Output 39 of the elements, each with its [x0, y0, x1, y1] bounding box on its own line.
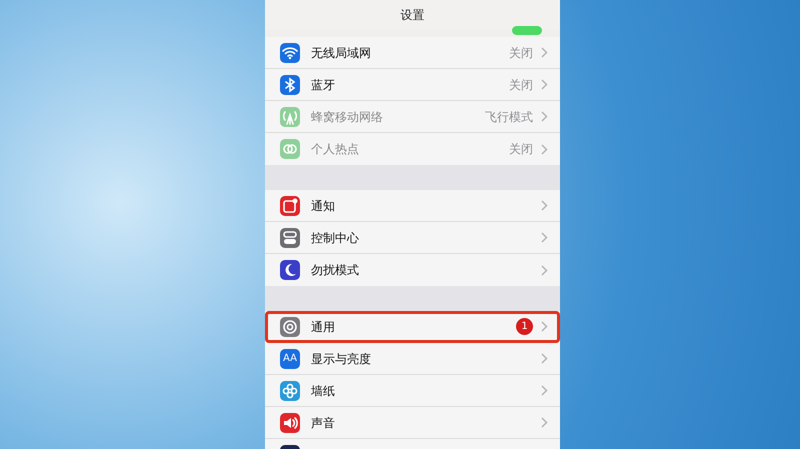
chevron-icon: [541, 321, 548, 332]
chevron-icon: [541, 200, 548, 211]
chevron-icon: [541, 417, 548, 428]
settings-row[interactable]: 墙纸: [265, 375, 560, 407]
chevron-icon: [541, 144, 548, 154]
settings-row[interactable]: AA 显示与亮度: [265, 343, 560, 375]
chevron-icon: [541, 111, 548, 122]
row-label: 墙纸: [311, 382, 335, 400]
settings-row[interactable]: 勿扰模式: [265, 254, 560, 286]
row-label: 个人热点: [311, 141, 359, 158]
chevron-icon: [541, 353, 548, 364]
settings-row[interactable]: 声音: [265, 407, 560, 439]
screen-title: 设置: [400, 7, 426, 24]
settings-row[interactable]: 通用 1: [265, 311, 560, 343]
chevron-icon: [541, 264, 548, 276]
chevron-icon: [541, 47, 548, 58]
row-value: 关闭: [509, 141, 533, 158]
settings-row[interactable]: 控制中心: [265, 222, 560, 254]
row-label: 蓝牙: [311, 76, 335, 94]
settings-row[interactable]: 无线局域网 关闭: [265, 37, 560, 69]
text-size-icon: AA: [280, 348, 300, 368]
row-value: 关闭: [509, 76, 533, 94]
row-label: 蜂窝移动网络: [311, 108, 383, 126]
notification-badge: 1: [516, 318, 533, 335]
row-label: 通用: [311, 318, 335, 336]
settings-row[interactable]: 通知: [265, 190, 560, 222]
row-label: 显示与亮度: [311, 350, 371, 368]
chevron-icon: [541, 385, 548, 396]
chevron-icon: [541, 79, 548, 90]
row-value: 飞行模式: [485, 108, 533, 126]
row-value: 关闭: [509, 44, 533, 62]
toggle-switch[interactable]: [512, 26, 542, 35]
row-label: 控制中心: [311, 230, 359, 246]
row-label: 勿扰模式: [311, 262, 359, 279]
row-label: 通知: [311, 198, 335, 214]
row-label: 无线局域网: [311, 44, 371, 62]
settings-row[interactable]: 蓝牙 关闭: [265, 69, 560, 101]
chevron-icon: [541, 232, 548, 243]
row-label: 声音: [311, 414, 335, 432]
